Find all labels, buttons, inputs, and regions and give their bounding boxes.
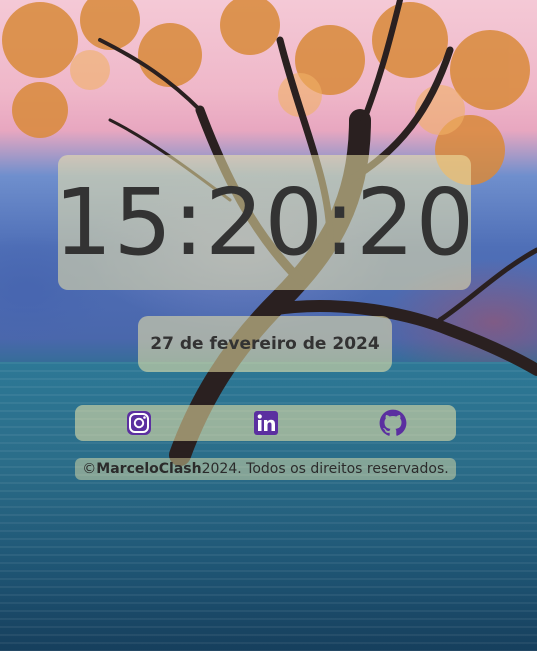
clock-card: 15:20:20 xyxy=(54,155,474,290)
linkedin-link[interactable] xyxy=(249,406,283,440)
rights-text: . Todos os direitos reservados. xyxy=(237,461,449,477)
instagram-link[interactable] xyxy=(122,406,156,440)
footer-copyright: © MarceloClash 2024. Todos os direitos res… xyxy=(75,458,456,480)
instagram-icon xyxy=(126,411,151,435)
social-links-bar xyxy=(75,405,456,441)
date-card: 27 de fevereiro de 2024 xyxy=(138,316,392,372)
github-icon xyxy=(379,409,406,436)
date-text: 27 de fevereiro de 2024 xyxy=(150,334,380,354)
copyright-symbol: © xyxy=(82,461,97,477)
clock-time: 15:20:20 xyxy=(53,168,476,276)
author-name: MarceloClash xyxy=(96,461,202,477)
linkedin-icon xyxy=(253,411,278,435)
github-link[interactable] xyxy=(376,406,410,440)
copyright-year: 2024 xyxy=(201,461,238,477)
